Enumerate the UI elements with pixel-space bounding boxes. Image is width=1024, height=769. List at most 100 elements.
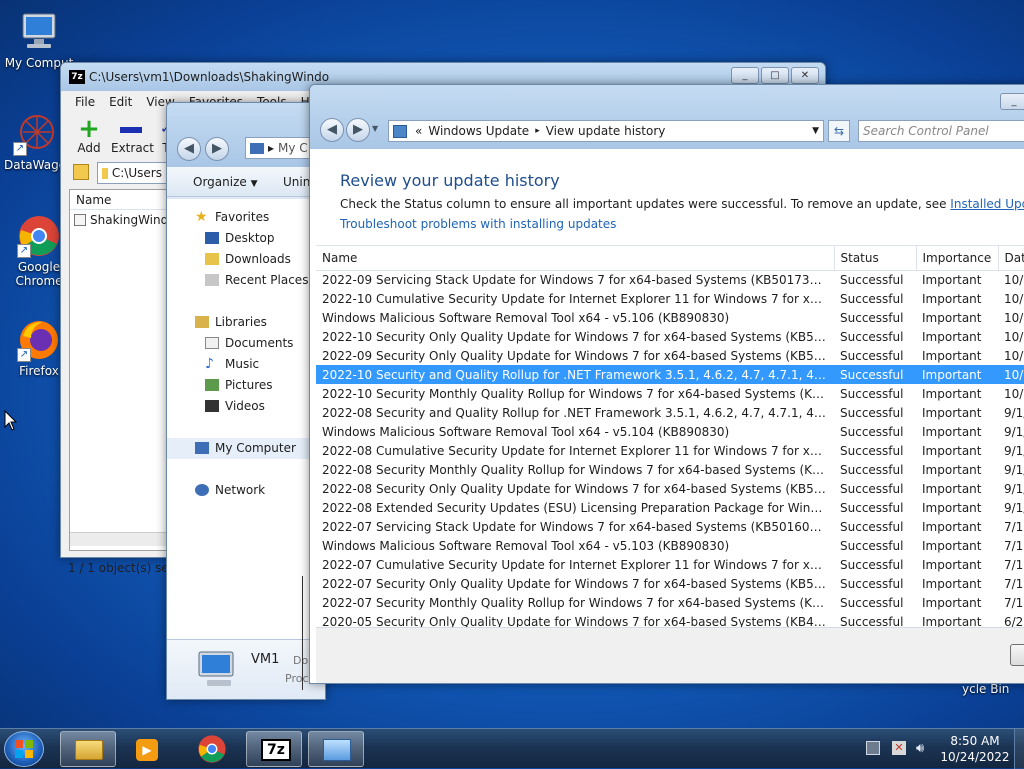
start-button[interactable]	[4, 731, 44, 767]
sevenzip-filelist[interactable]: Name ShakingWindo	[69, 189, 169, 551]
chrome-icon: ↗	[17, 214, 61, 258]
add-button[interactable]: + Add	[73, 116, 105, 155]
tray-network-icon[interactable]	[866, 741, 880, 755]
taskbar-control-panel[interactable]	[308, 731, 364, 767]
nav-downloads[interactable]: Downloads	[167, 249, 325, 270]
cell-importance: Important	[922, 443, 982, 458]
troubleshoot-link[interactable]: Troubleshoot problems with installing up…	[340, 217, 616, 231]
column-header-importance[interactable]: Importance	[916, 246, 999, 271]
table-row[interactable]: 2022-08 Extended Security Updates (ESU) …	[316, 498, 1024, 517]
file-row[interactable]: ShakingWindo	[70, 210, 168, 230]
cell-name: 2022-10 Security Only Quality Update for…	[322, 329, 834, 344]
table-row[interactable]: 2022-09 Servicing Stack Update for Windo…	[316, 270, 1024, 289]
table-row[interactable]: 2022-08 Cumulative Security Update for I…	[316, 441, 1024, 460]
ok-button[interactable]	[1010, 644, 1024, 666]
table-row[interactable]: Windows Malicious Software Removal Tool …	[316, 536, 1024, 555]
table-row[interactable]: 2022-08 Security Monthly Quality Rollup …	[316, 460, 1024, 479]
shortcut-arrow-icon: ↗	[13, 142, 27, 156]
horizontal-scrollbar[interactable]	[70, 532, 168, 546]
history-dropdown-icon[interactable]: ▼	[372, 124, 378, 133]
table-row[interactable]: 2022-07 Security Monthly Quality Rollup …	[316, 593, 1024, 612]
taskbar-explorer[interactable]	[60, 731, 116, 767]
breadcrumb-view-update-history[interactable]: View update history	[546, 124, 666, 138]
table-row[interactable]: 2022-07 Security Only Quality Update for…	[316, 574, 1024, 593]
table-row[interactable]: 2022-07 Servicing Stack Update for Windo…	[316, 517, 1024, 536]
tray-volume-icon[interactable]: 🔊︎	[916, 741, 924, 756]
installed-updates-link[interactable]: Installed Updates	[950, 197, 1024, 211]
nav-favorites[interactable]: ★ Favorites	[167, 207, 325, 228]
sevenzip-path-field[interactable]: C:\Users	[97, 162, 167, 184]
extract-button[interactable]: Extract	[111, 117, 154, 155]
taskbar-media-player[interactable]: ▶	[120, 731, 176, 767]
taskbar-7zip[interactable]: 7z	[246, 731, 302, 767]
cell-name: 2022-08 Security and Quality Rollup for …	[322, 405, 834, 420]
forward-button[interactable]: ▶	[346, 118, 370, 142]
column-header-status[interactable]: Status	[834, 246, 917, 271]
table-row[interactable]: 2022-10 Security Only Quality Update for…	[316, 327, 1024, 346]
nav-documents[interactable]: Documents	[167, 333, 325, 354]
back-button[interactable]: ◀	[177, 137, 201, 161]
table-row[interactable]: 2022-09 Security Only Quality Update for…	[316, 346, 1024, 365]
cell-importance: Important	[922, 595, 982, 610]
windows-update-window[interactable]: _ ◀ ▶ ▼ « Windows Update ▸ View update h…	[309, 84, 1024, 684]
tray-clock[interactable]: 8:50 AM 10/24/2022	[940, 733, 1010, 765]
menu-edit[interactable]: Edit	[109, 95, 132, 109]
search-control-panel-input[interactable]: Search Control Panel	[858, 120, 1024, 142]
cell-date: 9/1/	[1004, 443, 1024, 458]
taskbar-chrome[interactable]	[184, 731, 240, 767]
address-dropdown-icon[interactable]: ▼	[812, 126, 819, 136]
forward-button[interactable]: ▶	[205, 137, 229, 161]
column-header-name[interactable]: Name	[316, 246, 835, 271]
sevenzip-title: C:\Users\vm1\Downloads\ShakingWindo	[89, 70, 330, 84]
nav-network[interactable]: Network	[167, 480, 325, 501]
column-header-name[interactable]: Name	[70, 190, 168, 210]
table-row[interactable]: Windows Malicious Software Removal Tool …	[316, 308, 1024, 327]
menu-file[interactable]: File	[75, 95, 95, 109]
cell-status: Successful	[840, 329, 904, 344]
back-button[interactable]: ◀	[320, 118, 344, 142]
table-row[interactable]: 2022-10 Security and Quality Rollup for …	[316, 365, 1024, 384]
breadcrumb-windows-update[interactable]: Windows Update	[428, 124, 529, 138]
table-row[interactable]: 2020-05 Security Only Quality Update for…	[316, 612, 1024, 628]
cell-name: 2022-07 Security Monthly Quality Rollup …	[322, 595, 834, 610]
uninstall-button[interactable]: Unin	[283, 175, 310, 189]
explorer-navpane: ★ Favorites Desktop Downloads Recent Plac…	[167, 199, 325, 639]
table-row[interactable]: 2022-07 Cumulative Security Update for I…	[316, 555, 1024, 574]
cell-importance: Important	[922, 272, 982, 287]
nav-pictures[interactable]: Pictures	[167, 375, 325, 396]
nav-my-computer[interactable]: My Computer	[167, 438, 325, 459]
table-row[interactable]: 2022-08 Security Only Quality Update for…	[316, 479, 1024, 498]
desktop-icon-my-computer[interactable]: My Comput	[4, 10, 74, 70]
sevenzip-minimize-button[interactable]: _	[731, 67, 759, 84]
cell-importance: Important	[922, 348, 982, 363]
show-desktop-button[interactable]	[1014, 729, 1024, 769]
table-row[interactable]: 2022-10 Security Monthly Quality Rollup …	[316, 384, 1024, 403]
sevenzip-close-button[interactable]: ✕	[791, 67, 819, 84]
control-panel-icon	[393, 124, 407, 138]
tray-action-center-icon[interactable]: ✕	[892, 741, 906, 755]
update-address-bar[interactable]: « Windows Update ▸ View update history ▼	[388, 120, 824, 142]
table-row[interactable]: 2022-08 Security and Quality Rollup for …	[316, 403, 1024, 422]
nav-libraries[interactable]: Libraries	[167, 312, 325, 333]
nav-label: Libraries	[215, 315, 267, 329]
datawago-icon: ↗	[13, 112, 57, 156]
up-folder-icon[interactable]	[73, 164, 89, 180]
column-header-date[interactable]: Date	[998, 246, 1024, 271]
recycle-bin-label[interactable]: ycle Bin	[962, 682, 1009, 696]
update-history-list[interactable]: Name Status Importance Date 2022-09 Serv…	[316, 245, 1024, 627]
nav-music[interactable]: ♪ Music	[167, 354, 325, 375]
cell-date: 7/16	[1004, 557, 1024, 572]
organize-button[interactable]: Organize ▼	[193, 175, 258, 189]
nav-videos[interactable]: Videos	[167, 396, 325, 417]
table-row[interactable]: 2022-10 Cumulative Security Update for I…	[316, 289, 1024, 308]
nav-label: Recent Places	[225, 273, 309, 287]
sevenzip-maximize-button[interactable]: □	[761, 67, 789, 84]
star-icon: ★	[195, 209, 208, 225]
nav-desktop[interactable]: Desktop	[167, 228, 325, 249]
refresh-button[interactable]: ⇆	[828, 120, 850, 142]
table-row[interactable]: Windows Malicious Software Removal Tool …	[316, 422, 1024, 441]
cell-status: Successful	[840, 595, 904, 610]
cell-date: 10/1	[1004, 386, 1024, 401]
nav-recent-places[interactable]: Recent Places	[167, 270, 325, 291]
update-minimize-button[interactable]: _	[1000, 93, 1024, 110]
